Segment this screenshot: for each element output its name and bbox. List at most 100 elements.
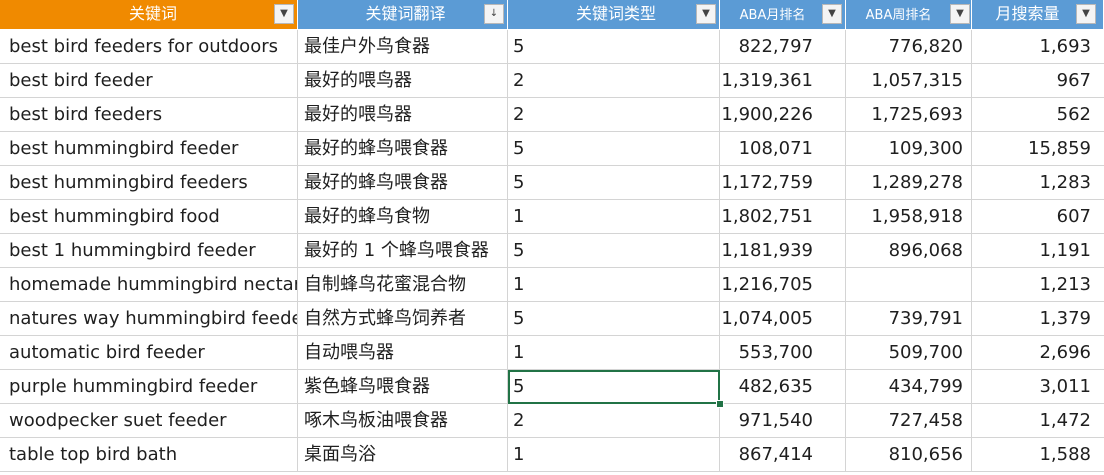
aba-month-cell[interactable]: 1,900,226: [720, 98, 846, 132]
filter-dropdown-icon[interactable]: ▼: [822, 4, 842, 24]
filter-dropdown-icon[interactable]: ▼: [1076, 4, 1096, 24]
monthly-search-cell[interactable]: 2,696: [972, 336, 1104, 370]
translation-cell[interactable]: 最好的蜂鸟食物: [298, 200, 508, 234]
monthly-search-cell[interactable]: 1,283: [972, 166, 1104, 200]
header-monthly-search-label: 月搜索量: [995, 4, 1060, 23]
header-monthly-search[interactable]: 月搜索量 ▼: [972, 0, 1104, 30]
aba-month-cell[interactable]: 553,700: [720, 336, 846, 370]
translation-cell[interactable]: 啄木鸟板油喂食器: [298, 404, 508, 438]
monthly-search-cell[interactable]: 1,472: [972, 404, 1104, 438]
monthly-search-cell[interactable]: 1,588: [972, 438, 1104, 472]
filter-dropdown-icon[interactable]: ▼: [274, 4, 294, 24]
type-cell[interactable]: 2: [508, 98, 720, 132]
table-row: homemade hummingbird nectar mi 自制蜂鸟花蜜混合物…: [0, 268, 1104, 302]
aba-week-cell[interactable]: 509,700: [846, 336, 972, 370]
keyword-cell[interactable]: best bird feeders for outdoors: [0, 30, 298, 64]
translation-cell[interactable]: 自制蜂鸟花蜜混合物: [298, 268, 508, 302]
keyword-cell[interactable]: best hummingbird food: [0, 200, 298, 234]
aba-month-cell[interactable]: 971,540: [720, 404, 846, 438]
aba-week-cell[interactable]: 1,725,693: [846, 98, 972, 132]
aba-month-cell[interactable]: 482,635: [720, 370, 846, 404]
type-cell[interactable]: 5: [508, 234, 720, 268]
keyword-cell[interactable]: best hummingbird feeder: [0, 132, 298, 166]
monthly-search-cell[interactable]: 607: [972, 200, 1104, 234]
header-aba-week[interactable]: ABA周排名 ▼: [846, 0, 972, 30]
aba-month-cell[interactable]: 1,074,005: [720, 302, 846, 336]
monthly-search-cell[interactable]: 1,213: [972, 268, 1104, 302]
table-row: natures way hummingbird feeder 自然方式蜂鸟饲养者…: [0, 302, 1104, 336]
keyword-cell[interactable]: woodpecker suet feeder: [0, 404, 298, 438]
aba-month-cell[interactable]: 1,172,759: [720, 166, 846, 200]
aba-month-cell[interactable]: 1,181,939: [720, 234, 846, 268]
keyword-cell[interactable]: table top bird bath: [0, 438, 298, 472]
aba-week-cell[interactable]: 896,068: [846, 234, 972, 268]
translation-cell[interactable]: 最好的蜂鸟喂食器: [298, 132, 508, 166]
aba-month-cell[interactable]: 822,797: [720, 30, 846, 64]
aba-month-cell[interactable]: 1,216,705: [720, 268, 846, 302]
keyword-cell[interactable]: best 1 hummingbird feeder: [0, 234, 298, 268]
translation-cell[interactable]: 桌面鸟浴: [298, 438, 508, 472]
type-cell-selected[interactable]: 5: [508, 370, 720, 404]
monthly-search-cell[interactable]: 967: [972, 64, 1104, 98]
header-keyword-label: 关键词: [128, 4, 177, 23]
aba-week-cell[interactable]: 109,300: [846, 132, 972, 166]
translation-cell[interactable]: 自动喂鸟器: [298, 336, 508, 370]
type-cell[interactable]: 1: [508, 438, 720, 472]
keyword-cell[interactable]: purple hummingbird feeder: [0, 370, 298, 404]
aba-month-cell[interactable]: 1,319,361: [720, 64, 846, 98]
type-cell[interactable]: 5: [508, 30, 720, 64]
monthly-search-cell[interactable]: 1,693: [972, 30, 1104, 64]
type-cell[interactable]: 2: [508, 64, 720, 98]
table-row: best bird feeders for outdoors 最佳户外鸟食器 5…: [0, 30, 1104, 64]
aba-week-cell[interactable]: 776,820: [846, 30, 972, 64]
keyword-cell[interactable]: best bird feeder: [0, 64, 298, 98]
keyword-cell[interactable]: homemade hummingbird nectar mi: [0, 268, 298, 302]
keyword-cell[interactable]: natures way hummingbird feeder: [0, 302, 298, 336]
filter-dropdown-icon[interactable]: ▼: [950, 4, 970, 24]
aba-week-cell[interactable]: 727,458: [846, 404, 972, 438]
selection-fill-handle[interactable]: [716, 400, 724, 408]
translation-cell[interactable]: 最好的蜂鸟喂食器: [298, 166, 508, 200]
table-row: table top bird bath 桌面鸟浴 1 867,414 810,6…: [0, 438, 1104, 472]
monthly-search-cell[interactable]: 3,011: [972, 370, 1104, 404]
translation-cell[interactable]: 最好的 1 个蜂鸟喂食器: [298, 234, 508, 268]
translation-cell[interactable]: 最好的喂鸟器: [298, 64, 508, 98]
translation-cell[interactable]: 紫色蜂鸟喂食器: [298, 370, 508, 404]
aba-month-cell[interactable]: 1,802,751: [720, 200, 846, 234]
aba-week-cell[interactable]: 1,958,918: [846, 200, 972, 234]
header-keyword[interactable]: 关键词 ▼: [0, 0, 298, 30]
type-cell[interactable]: 1: [508, 336, 720, 370]
filter-dropdown-icon[interactable]: ▼: [696, 4, 716, 24]
aba-week-cell[interactable]: [846, 268, 972, 302]
keyword-cell[interactable]: automatic bird feeder: [0, 336, 298, 370]
translation-cell[interactable]: 最佳户外鸟食器: [298, 30, 508, 64]
table-row: best hummingbird feeders 最好的蜂鸟喂食器 5 1,17…: [0, 166, 1104, 200]
monthly-search-cell[interactable]: 1,379: [972, 302, 1104, 336]
monthly-search-cell[interactable]: 15,859: [972, 132, 1104, 166]
header-translation[interactable]: 关键词翻译 ↓: [298, 0, 508, 30]
aba-month-cell[interactable]: 108,071: [720, 132, 846, 166]
header-aba-week-label: ABA周排名: [865, 8, 932, 23]
type-cell[interactable]: 5: [508, 132, 720, 166]
header-type[interactable]: 关键词类型 ▼: [508, 0, 720, 30]
monthly-search-cell[interactable]: 562: [972, 98, 1104, 132]
keyword-cell[interactable]: best hummingbird feeders: [0, 166, 298, 200]
aba-week-cell[interactable]: 1,057,315: [846, 64, 972, 98]
sort-filter-icon[interactable]: ↓: [484, 4, 504, 24]
aba-week-cell[interactable]: 434,799: [846, 370, 972, 404]
table-row: best bird feeder 最好的喂鸟器 2 1,319,361 1,05…: [0, 64, 1104, 98]
monthly-search-cell[interactable]: 1,191: [972, 234, 1104, 268]
translation-cell[interactable]: 自然方式蜂鸟饲养者: [298, 302, 508, 336]
type-cell[interactable]: 1: [508, 200, 720, 234]
type-cell[interactable]: 2: [508, 404, 720, 438]
aba-week-cell[interactable]: 1,289,278: [846, 166, 972, 200]
keyword-cell[interactable]: best bird feeders: [0, 98, 298, 132]
translation-cell[interactable]: 最好的喂鸟器: [298, 98, 508, 132]
type-cell[interactable]: 5: [508, 302, 720, 336]
type-cell[interactable]: 1: [508, 268, 720, 302]
type-cell[interactable]: 5: [508, 166, 720, 200]
aba-week-cell[interactable]: 810,656: [846, 438, 972, 472]
aba-week-cell[interactable]: 739,791: [846, 302, 972, 336]
header-aba-month[interactable]: ABA月排名 ▼: [720, 0, 846, 30]
aba-month-cell[interactable]: 867,414: [720, 438, 846, 472]
